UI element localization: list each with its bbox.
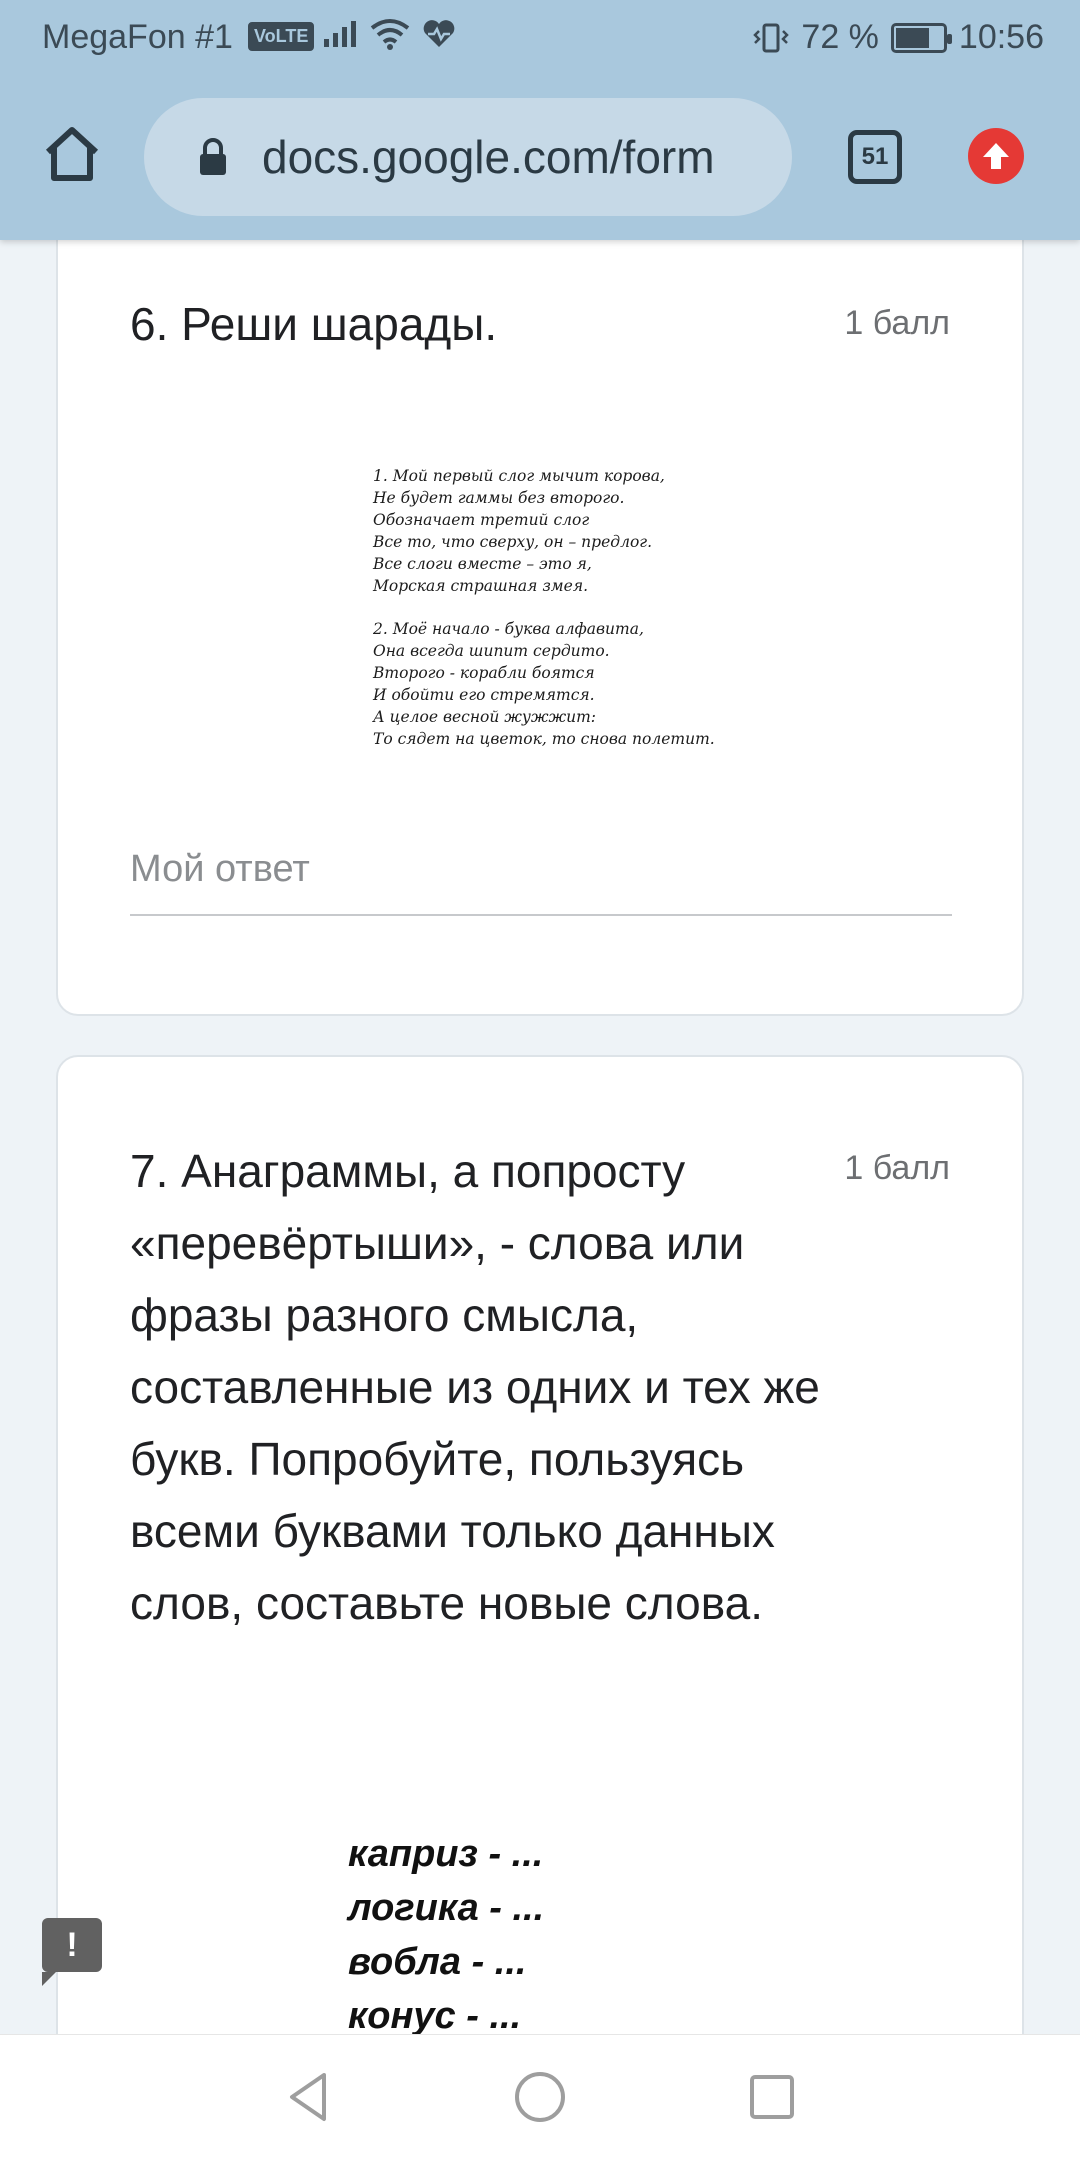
- feedback-button[interactable]: !: [42, 1918, 102, 1986]
- riddle-line: 1. Мой первый слог мычит корова,: [373, 467, 665, 485]
- clock: 10:56: [958, 18, 1044, 56]
- question-points: 1 балл: [844, 1149, 950, 1187]
- browser-chrome: MegaFon #1 VoLTE 72 % 10:56 docs.google.…: [0, 0, 1080, 240]
- riddle-line: Все то, что сверху, он – предлог.: [373, 533, 653, 551]
- answer-input[interactable]: Мой ответ: [130, 848, 952, 916]
- riddle-line: Второго - корабли боятся: [373, 664, 595, 682]
- battery-percent: 72 %: [801, 18, 879, 56]
- charade-image: 1. Мой первый слог мычит корова, Не буде…: [373, 465, 773, 771]
- address-bar[interactable]: docs.google.com/form: [144, 98, 792, 216]
- riddle-1: 1. Мой первый слог мычит корова, Не буде…: [373, 465, 773, 597]
- riddle-line: Морская страшная змея.: [373, 577, 589, 595]
- question-card-6: 6. Реши шарады. 1 балл 1. Мой первый сло…: [56, 180, 1024, 1016]
- heart-rate-icon: [423, 20, 455, 47]
- home-icon[interactable]: [40, 122, 104, 186]
- url-text: docs.google.com/form: [262, 131, 715, 183]
- browser-toolbar: docs.google.com/form 51: [0, 90, 1080, 220]
- vibrate-icon: [753, 23, 790, 52]
- riddle-line: 2. Моё начало - буква алфавита,: [373, 620, 644, 638]
- question-points: 1 балл: [844, 304, 950, 342]
- system-nav-bar: [0, 2034, 1080, 2160]
- battery-level: [895, 27, 930, 48]
- carrier-name: MegaFon #1: [42, 18, 233, 56]
- wifi-icon: [370, 19, 410, 50]
- question-title: 7. Анаграммы, а попросту «перевёртыши», …: [130, 1145, 820, 1629]
- battery-icon: [890, 22, 952, 53]
- update-arrow-icon[interactable]: [968, 128, 1024, 184]
- riddle-line: Не будет гаммы без второго.: [373, 489, 625, 507]
- riddle-line: Она всегда шипит сердито.: [373, 642, 610, 660]
- home-circle-icon[interactable]: [510, 2067, 570, 2127]
- question-title: 6. Реши шарады.: [130, 298, 498, 350]
- tabs-icon[interactable]: 51: [848, 130, 902, 184]
- riddle-line: А целое весной жужжит:: [373, 708, 597, 726]
- anagram-word: вобла - ...: [348, 1941, 527, 1983]
- anagram-word: логика - ...: [348, 1887, 545, 1929]
- volte-badge: VoLTE: [248, 22, 315, 51]
- lock-icon: [200, 138, 226, 175]
- anagram-word: каприз - ...: [348, 1833, 544, 1875]
- riddle-2: 2. Моё начало - буква алфавита, Она всег…: [373, 618, 773, 750]
- riddle-line: Обозначает третий слог: [373, 511, 590, 529]
- back-icon[interactable]: [278, 2067, 338, 2127]
- riddle-line: То сядет на цветок, то снова полетит.: [373, 730, 715, 748]
- riddle-line: Все слоги вместе – это я,: [373, 555, 592, 573]
- up-arrow-icon: [983, 143, 1009, 169]
- question-card-7: 7. Анаграммы, а попросту «перевёртыши», …: [56, 1055, 1024, 2075]
- anagram-image: каприз - ... логика - ... вобла - ... ко…: [348, 1827, 544, 2043]
- riddle-line: И обойти его стремятся.: [373, 686, 595, 704]
- status-bar: MegaFon #1 VoLTE 72 % 10:56: [0, 0, 1080, 76]
- signal-icon: [324, 21, 356, 47]
- recents-icon[interactable]: [742, 2067, 802, 2127]
